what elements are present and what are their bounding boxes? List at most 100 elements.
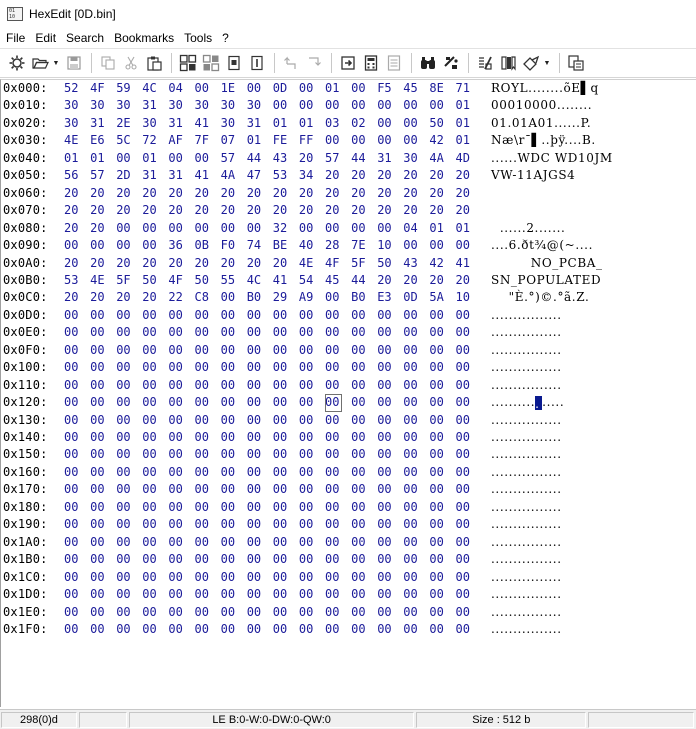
hex-byte[interactable]: 00 (247, 499, 264, 516)
hex-byte[interactable]: 00 (456, 324, 473, 341)
hex-byte[interactable]: 00 (90, 516, 107, 533)
hex-byte[interactable]: 00 (116, 569, 133, 586)
hex-byte[interactable]: 00 (403, 412, 420, 429)
hex-byte[interactable]: 00 (456, 446, 473, 463)
hex-byte[interactable]: 00 (168, 551, 185, 568)
hex-byte[interactable]: 45 (325, 272, 342, 289)
hex-byte[interactable]: 20 (377, 272, 394, 289)
hex-byte[interactable]: F0 (221, 237, 238, 254)
hex-byte[interactable]: 20 (403, 272, 420, 289)
hex-byte[interactable]: 00 (429, 481, 446, 498)
hex-byte[interactable]: 00 (299, 516, 316, 533)
hex-byte[interactable]: 00 (221, 551, 238, 568)
hex-byte[interactable]: 03 (325, 115, 342, 132)
hex-byte[interactable]: 00 (221, 481, 238, 498)
hex-byte[interactable]: 02 (351, 115, 368, 132)
hex-byte[interactable]: 00 (116, 586, 133, 603)
hex-byte[interactable]: 00 (351, 307, 368, 324)
hex-byte[interactable]: 00 (429, 237, 446, 254)
hex-byte[interactable]: 00 (456, 464, 473, 481)
hex-byte[interactable]: 30 (247, 97, 264, 114)
hex-byte[interactable]: 00 (377, 132, 394, 149)
hex-byte[interactable]: 8E (429, 80, 446, 97)
ascii-text[interactable]: NO_PCBA_ (491, 255, 636, 272)
hex-byte[interactable]: 00 (299, 534, 316, 551)
hex-byte[interactable]: 00 (195, 586, 212, 603)
hex-byte[interactable]: 20 (377, 185, 394, 202)
hex-byte[interactable]: 00 (221, 377, 238, 394)
hex-byte[interactable]: 00 (299, 412, 316, 429)
hex-byte[interactable]: 00 (116, 464, 133, 481)
hex-byte[interactable]: 20 (247, 255, 264, 272)
hex-byte[interactable]: 00 (168, 604, 185, 621)
hex-byte[interactable]: 45 (403, 80, 420, 97)
hex-byte[interactable]: 20 (429, 167, 446, 184)
hex-byte[interactable]: 42 (429, 255, 446, 272)
hex-byte[interactable]: 20 (116, 202, 133, 219)
hex-byte[interactable]: 00 (168, 516, 185, 533)
hex-byte[interactable]: 00 (247, 569, 264, 586)
hex-byte[interactable]: 00 (247, 412, 264, 429)
hex-byte[interactable]: 20 (325, 167, 342, 184)
hex-byte[interactable]: 00 (351, 481, 368, 498)
hex-byte[interactable]: 00 (142, 464, 159, 481)
ascii-text[interactable]: ................ (491, 394, 636, 411)
hex-byte[interactable]: 00 (90, 534, 107, 551)
hex-byte[interactable]: 00 (273, 464, 290, 481)
hex-byte[interactable]: 00 (168, 220, 185, 237)
hex-byte[interactable]: 00 (247, 446, 264, 463)
hex-byte[interactable]: 00 (142, 429, 159, 446)
hex-byte[interactable]: 50 (142, 272, 159, 289)
hex-byte[interactable]: 00 (456, 359, 473, 376)
hex-byte[interactable]: 00 (377, 499, 394, 516)
hex-byte[interactable]: 44 (351, 272, 368, 289)
ascii-text[interactable]: ................ (491, 446, 636, 463)
hex-byte[interactable]: 01 (456, 220, 473, 237)
hex-byte[interactable]: 00 (64, 359, 81, 376)
hex-byte[interactable]: 20 (273, 185, 290, 202)
hex-byte[interactable]: 00 (168, 324, 185, 341)
hex-byte[interactable]: 20 (456, 167, 473, 184)
hex-byte[interactable]: 00 (299, 604, 316, 621)
hex-byte[interactable]: 20 (351, 185, 368, 202)
hex-byte[interactable]: 00 (377, 359, 394, 376)
hex-byte[interactable]: 00 (429, 569, 446, 586)
hex-byte[interactable]: 20 (116, 185, 133, 202)
hex-byte[interactable]: 20 (90, 289, 107, 306)
hex-byte[interactable]: 30 (90, 97, 107, 114)
hex-byte[interactable]: 00 (325, 569, 342, 586)
hex-byte[interactable]: 00 (299, 586, 316, 603)
cut-icon[interactable] (120, 52, 142, 74)
hex-byte[interactable]: 00 (299, 342, 316, 359)
hex-byte[interactable]: 00 (299, 499, 316, 516)
hex-byte[interactable]: 00 (456, 499, 473, 516)
hex-byte[interactable]: 00 (456, 551, 473, 568)
hex-byte[interactable]: 20 (247, 185, 264, 202)
ascii-text[interactable]: ................ (491, 464, 636, 481)
hex-byte[interactable]: 00 (90, 377, 107, 394)
hex-byte[interactable]: 00 (351, 429, 368, 446)
hex-byte[interactable]: 00 (403, 499, 420, 516)
hex-byte[interactable]: 00 (195, 516, 212, 533)
hex-byte[interactable]: 00 (351, 446, 368, 463)
hex-byte[interactable]: 00 (351, 499, 368, 516)
hex-byte[interactable]: 00 (351, 132, 368, 149)
hex-byte[interactable]: 00 (221, 429, 238, 446)
hex-byte[interactable]: 4E (64, 132, 81, 149)
hex-byte[interactable]: 00 (456, 377, 473, 394)
hex-byte[interactable]: 00 (195, 324, 212, 341)
ascii-text[interactable]: ......2....... (491, 220, 636, 237)
hex-byte[interactable]: 00 (325, 621, 342, 638)
hex-byte[interactable]: 20 (299, 185, 316, 202)
hex-byte[interactable]: 20 (168, 255, 185, 272)
hex-byte[interactable]: 00 (299, 377, 316, 394)
ascii-text[interactable]: "È.°)©.°ã.Z. (491, 289, 636, 306)
hex-byte[interactable]: 00 (116, 359, 133, 376)
hex-byte[interactable]: 00 (403, 621, 420, 638)
compare-icon[interactable] (474, 52, 496, 74)
ascii-text[interactable]: ................ (491, 429, 636, 446)
hex-byte[interactable]: 00 (456, 516, 473, 533)
hex-byte[interactable]: 00 (247, 324, 264, 341)
hex-byte[interactable]: 01 (429, 220, 446, 237)
hex-byte[interactable]: 00 (429, 586, 446, 603)
